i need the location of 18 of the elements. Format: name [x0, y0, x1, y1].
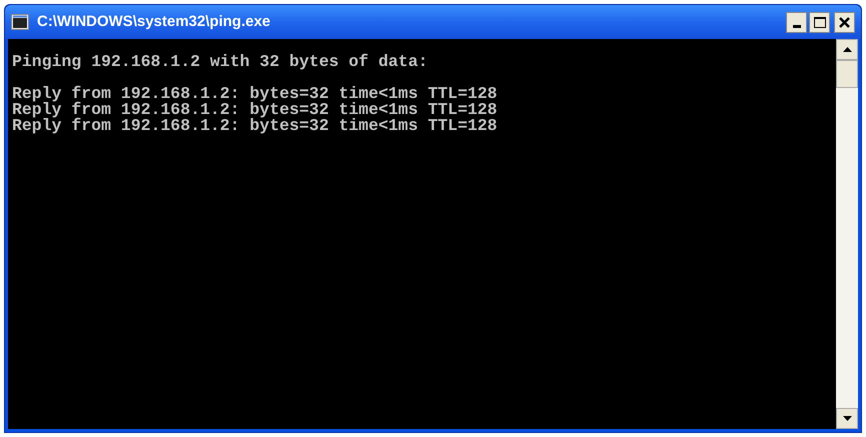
maximize-icon — [814, 16, 826, 28]
console-line: Reply from 192.168.1.2: bytes=32 time<1ms TTL=128 — [12, 86, 498, 102]
scroll-thumb[interactable] — [836, 60, 858, 88]
scroll-up-button[interactable] — [836, 39, 858, 60]
window-title: C:\WINDOWS\system32\ping.exe — [37, 12, 272, 32]
minimize-icon — [792, 24, 800, 28]
scroll-down-button[interactable] — [836, 408, 858, 429]
console-icon — [11, 14, 29, 30]
console-line: Reply from 192.168.1.2: bytes=32 time<1ms TTL=128 — [12, 118, 498, 134]
down-arrow-icon — [842, 416, 852, 421]
up-arrow-icon — [842, 47, 852, 52]
console-line: Pinging 192.168.1.2 with 32 bytes of data: — [12, 54, 428, 70]
close-button[interactable] — [834, 12, 855, 32]
console-line: Reply from 192.168.1.2: bytes=32 time<1ms TTL=128 — [12, 102, 498, 118]
minimize-button[interactable] — [786, 12, 807, 32]
close-icon — [839, 16, 850, 28]
scrollbar[interactable] — [836, 39, 858, 429]
maximize-button[interactable] — [809, 12, 830, 32]
